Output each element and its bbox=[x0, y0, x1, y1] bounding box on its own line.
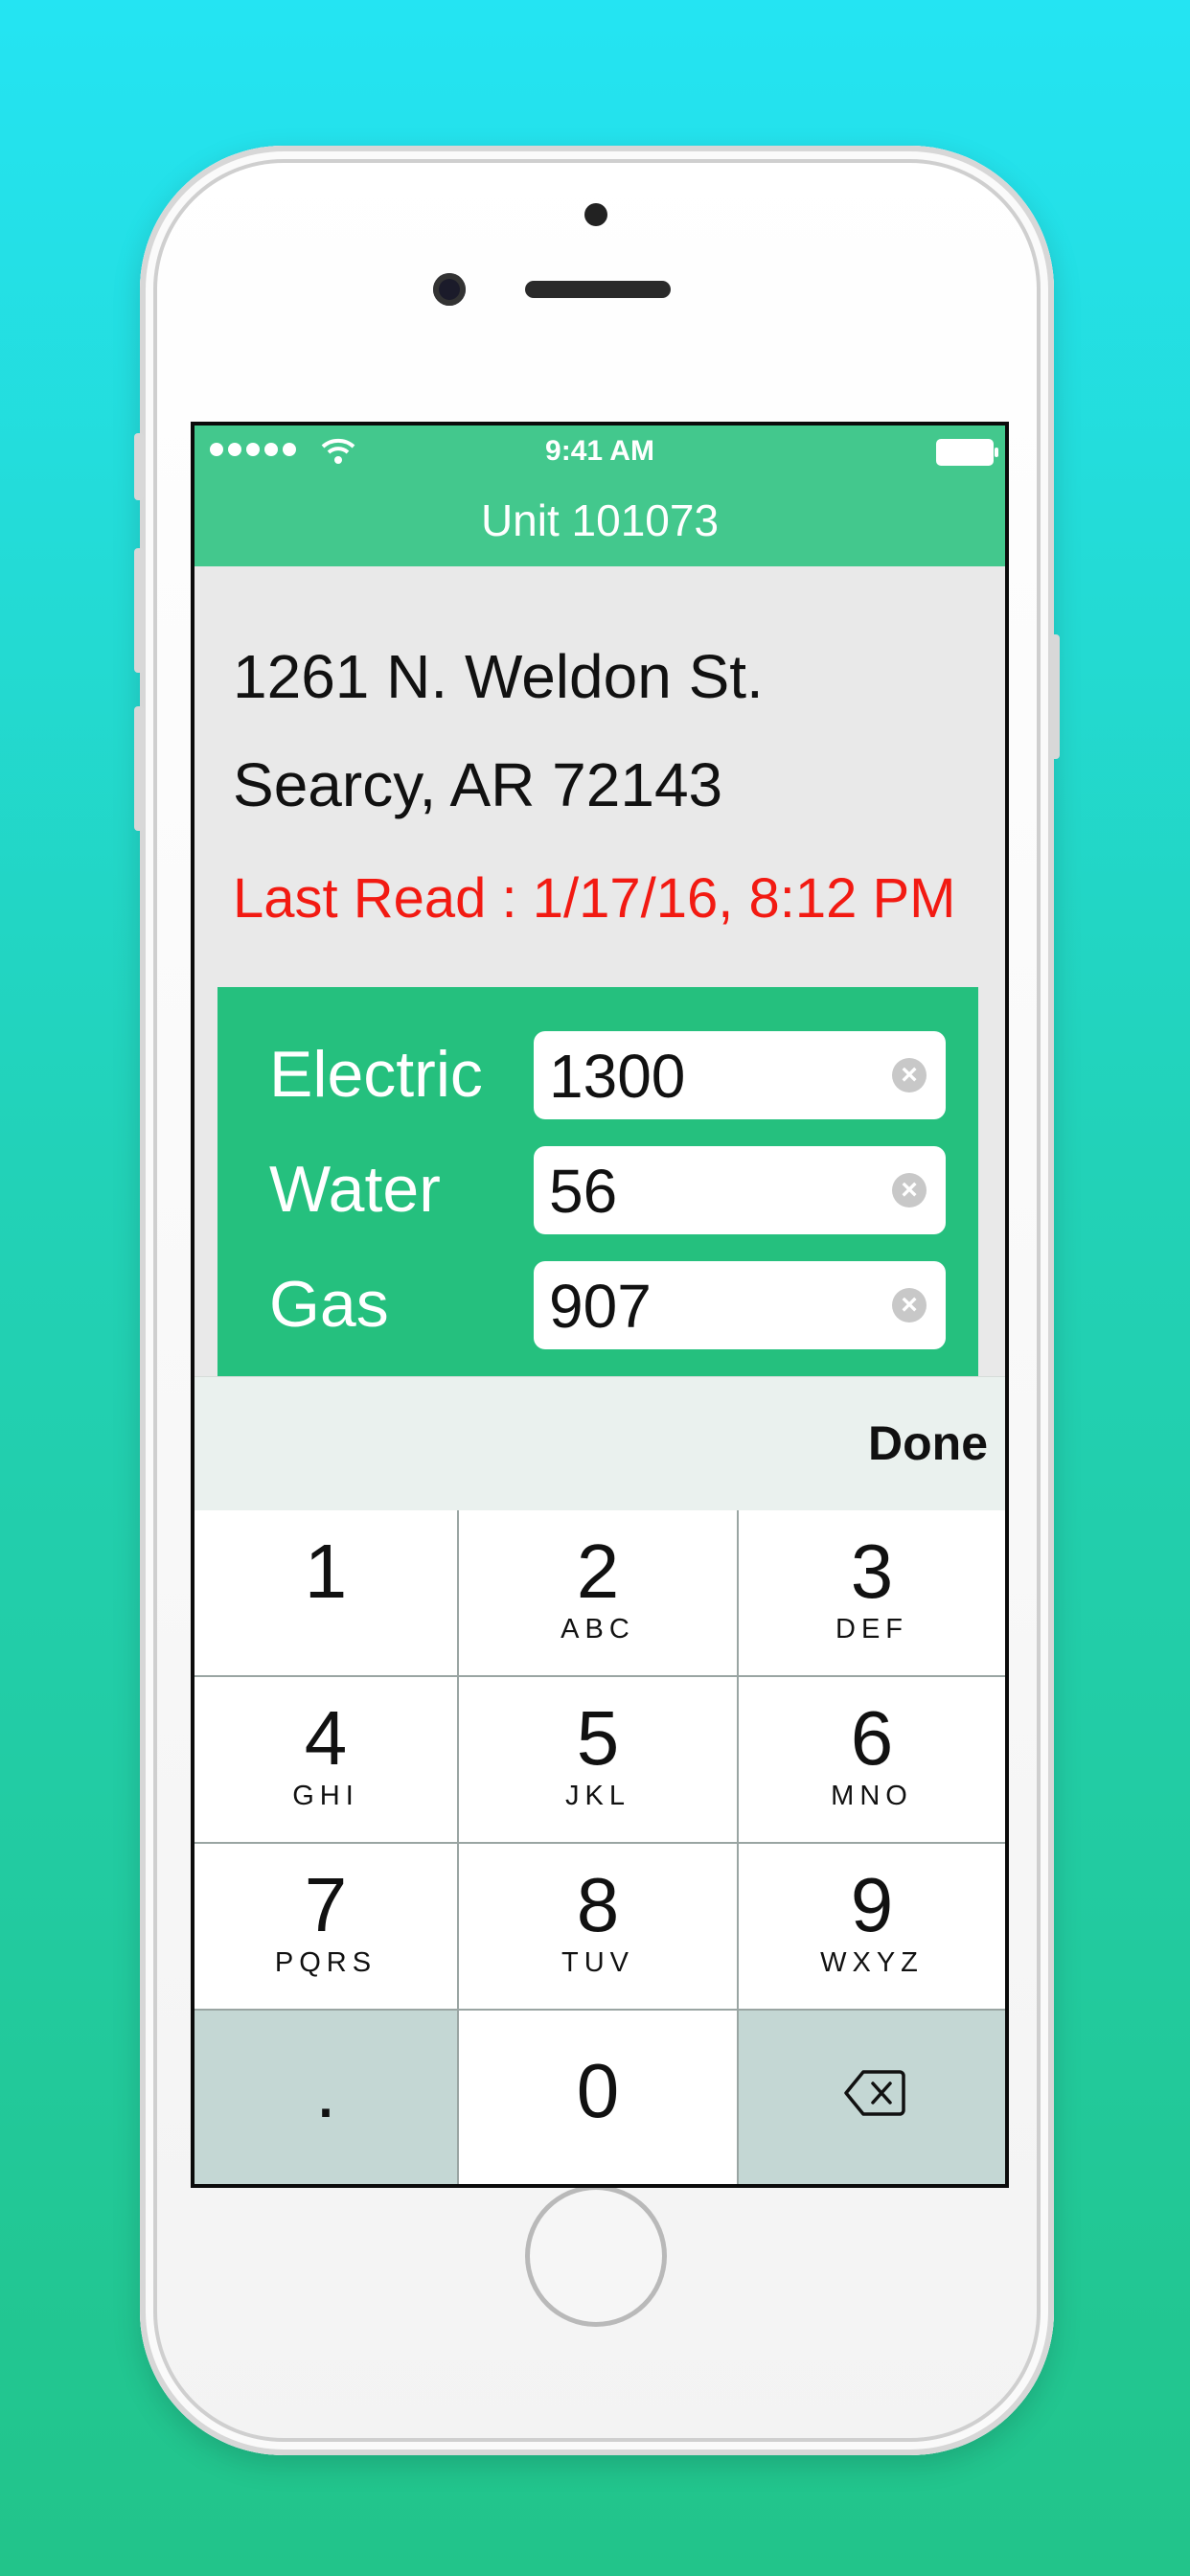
earpiece-speaker bbox=[525, 281, 671, 298]
proximity-sensor bbox=[584, 203, 607, 226]
key-number: 7 bbox=[304, 1862, 348, 1947]
key-8[interactable]: 8 TUV bbox=[459, 1844, 737, 2009]
done-button[interactable]: Done bbox=[868, 1415, 988, 1471]
key-7[interactable]: 7 PQRS bbox=[195, 1844, 457, 2009]
key-0[interactable]: 0 bbox=[459, 2011, 737, 2184]
number-keypad: 1 2 ABC 3 DEF 4 GHI 5 JKL 6 MNO 7 PQRS 8 bbox=[195, 1510, 1005, 2184]
key-number: 3 bbox=[850, 1529, 894, 1614]
electric-label: Electric bbox=[269, 1038, 483, 1111]
key-letters: MNO bbox=[831, 1781, 913, 1811]
key-number: 0 bbox=[576, 2048, 620, 2133]
water-input[interactable]: 56 × bbox=[534, 1146, 946, 1234]
clear-icon[interactable]: × bbox=[892, 1058, 927, 1092]
key-number: 1 bbox=[304, 1529, 348, 1614]
key-1[interactable]: 1 bbox=[195, 1510, 457, 1675]
clear-icon[interactable]: × bbox=[892, 1173, 927, 1208]
power-button bbox=[1050, 634, 1060, 759]
key-letters: WXYZ bbox=[820, 1947, 924, 1978]
address-line-2: Searcy, AR 72143 bbox=[233, 750, 723, 819]
water-label: Water bbox=[269, 1153, 441, 1226]
backspace-icon bbox=[844, 2070, 905, 2116]
key-number: 5 bbox=[576, 1695, 620, 1781]
key-2[interactable]: 2 ABC bbox=[459, 1510, 737, 1675]
key-9[interactable]: 9 WXYZ bbox=[739, 1844, 1005, 2009]
electric-value: 1300 bbox=[549, 1042, 686, 1111]
electric-input[interactable]: 1300 × bbox=[534, 1031, 946, 1119]
gas-input[interactable]: 907 × bbox=[534, 1261, 946, 1349]
battery-icon bbox=[936, 439, 998, 466]
gas-label: Gas bbox=[269, 1268, 389, 1341]
key-letters: PQRS bbox=[274, 1947, 378, 1978]
water-value: 56 bbox=[549, 1157, 618, 1226]
delete-key[interactable] bbox=[739, 2011, 1005, 2184]
nav-title: Unit 101073 bbox=[480, 495, 720, 545]
address-line-1: 1261 N. Weldon St. bbox=[233, 642, 764, 711]
key-number: 2 bbox=[576, 1529, 620, 1614]
volume-down-button bbox=[134, 706, 144, 831]
key-number: . bbox=[314, 2048, 337, 2133]
key-number: 4 bbox=[304, 1695, 348, 1781]
key-letters: JKL bbox=[565, 1781, 630, 1811]
key-letters: ABC bbox=[561, 1614, 635, 1644]
status-time: 9:41 AM bbox=[545, 435, 654, 467]
key-number: 9 bbox=[850, 1862, 894, 1947]
mute-switch bbox=[134, 433, 144, 500]
key-letters: TUV bbox=[561, 1947, 634, 1978]
key-letters: GHI bbox=[292, 1781, 359, 1811]
key-number: 6 bbox=[850, 1695, 894, 1781]
front-camera bbox=[433, 273, 466, 306]
key-6[interactable]: 6 MNO bbox=[739, 1677, 1005, 1842]
key-4[interactable]: 4 GHI bbox=[195, 1677, 457, 1842]
status-bar: 9:41 AM bbox=[195, 426, 1005, 473]
volume-up-button bbox=[134, 548, 144, 673]
home-button[interactable] bbox=[525, 2185, 667, 2327]
navigation-bar: Unit 101073 bbox=[195, 473, 1005, 566]
clear-icon[interactable]: × bbox=[892, 1288, 927, 1322]
keyboard-toolbar: Done bbox=[195, 1376, 1005, 1511]
last-read-text: Last Read : 1/17/16, 8:12 PM bbox=[233, 867, 956, 930]
key-decimal[interactable]: . bbox=[195, 2011, 457, 2184]
key-5[interactable]: 5 JKL bbox=[459, 1677, 737, 1842]
app-screen: 9:41 AM Unit 101073 1261 N. Weldon St. S… bbox=[191, 422, 1009, 2188]
key-number: 8 bbox=[576, 1862, 620, 1947]
gas-value: 907 bbox=[549, 1272, 652, 1341]
key-3[interactable]: 3 DEF bbox=[739, 1510, 1005, 1675]
key-letters: DEF bbox=[835, 1614, 908, 1644]
